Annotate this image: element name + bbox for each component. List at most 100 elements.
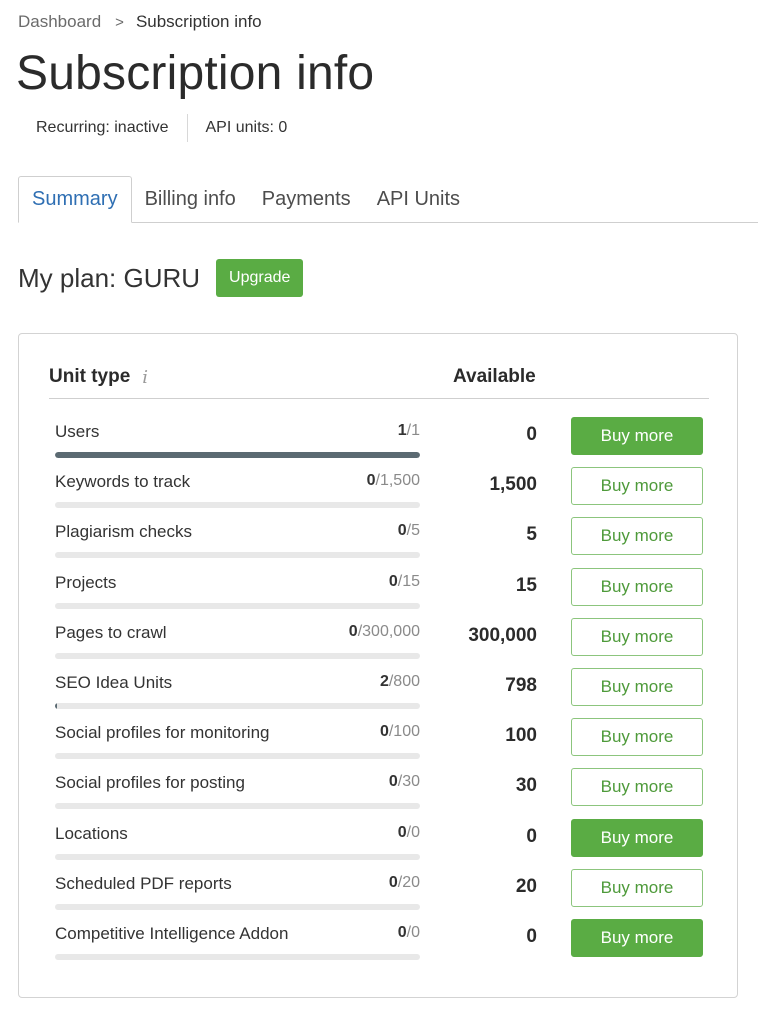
tab-billing-info[interactable]: Billing info — [132, 176, 249, 222]
unit-usage-ratio: 0/15 — [389, 573, 420, 591]
breadcrumb-dashboard-link[interactable]: Dashboard — [18, 12, 101, 32]
unit-available: 0 — [526, 925, 537, 947]
table-row: Keywords to track 0/1,500 1,500 Buy more — [55, 467, 705, 520]
unit-available: 5 — [526, 524, 537, 546]
unit-name: Social profiles for posting — [55, 773, 245, 793]
unit-limit: 1,500 — [379, 472, 420, 490]
buy-more-button[interactable]: Buy more — [571, 417, 703, 455]
breadcrumb: Dashboard > Subscription info — [18, 12, 262, 32]
unit-usage-ratio: 2/800 — [380, 673, 420, 691]
unit-used: 0 — [366, 472, 376, 490]
tab-bar: Summary Billing info Payments API Units — [18, 176, 758, 223]
unit-used: 0 — [388, 572, 398, 590]
unit-limit: 0 — [411, 923, 420, 941]
tab-api-units[interactable]: API Units — [364, 176, 473, 222]
tab-summary[interactable]: Summary — [18, 176, 132, 223]
plan-label: My plan: GURU — [18, 262, 201, 293]
unit-name: Plagiarism checks — [55, 522, 192, 542]
unit-usage-ratio: 0/30 — [389, 773, 420, 791]
unit-available: 30 — [515, 775, 537, 797]
unit-available: 300,000 — [468, 624, 537, 646]
upgrade-button[interactable]: Upgrade — [216, 259, 304, 297]
unit-name: Projects — [55, 572, 117, 592]
unit-used: 0 — [379, 723, 389, 741]
usage-progress-bar — [55, 652, 420, 659]
unit-available: 0 — [526, 825, 537, 847]
unit-used: 0 — [348, 622, 358, 640]
buy-more-button[interactable]: Buy more — [571, 918, 703, 957]
unit-name: Pages to crawl — [55, 622, 167, 642]
unit-available: 100 — [505, 725, 537, 747]
buy-more-button[interactable]: Buy more — [571, 667, 703, 706]
buy-more-button[interactable]: Buy more — [571, 617, 703, 656]
buy-more-button[interactable]: Buy more — [571, 718, 703, 757]
unit-used: 1 — [397, 422, 407, 439]
subscription-meta: Recurring: inactive API units: 0 — [36, 114, 287, 142]
buy-more-button[interactable]: Buy more — [571, 517, 703, 556]
unit-limit: 15 — [402, 572, 420, 590]
unit-limit: 1 — [411, 422, 420, 439]
unit-name: Competitive Intelligence Addon — [55, 923, 289, 943]
unit-usage-ratio: 0/300,000 — [349, 623, 420, 641]
usage-progress-fill — [55, 702, 57, 709]
info-icon[interactable]: i — [142, 367, 148, 388]
usage-progress-bar — [55, 602, 420, 609]
meta-divider — [186, 114, 188, 142]
buy-more-button[interactable]: Buy more — [571, 567, 703, 606]
api-units-status: API units: 0 — [205, 119, 288, 136]
usage-progress-bar — [55, 953, 420, 960]
buy-more-button[interactable]: Buy more — [571, 768, 703, 807]
unit-type-header: Unit type i — [49, 366, 148, 388]
page-title: Subscription info — [16, 47, 375, 100]
usage-progress-bar — [55, 803, 420, 810]
unit-name: Social profiles for monitoring — [55, 723, 270, 743]
recurring-status: Recurring: inactive — [36, 119, 169, 136]
usage-progress-bar — [55, 903, 420, 910]
unit-limit: 100 — [393, 723, 420, 741]
unit-name: Users — [55, 422, 100, 441]
unit-limit: 300,000 — [362, 622, 420, 640]
unit-usage-ratio: 0/5 — [398, 522, 420, 540]
plan-header: My plan: GURU Upgrade — [18, 259, 304, 297]
units-card: Unit type i Available Users 1/1 0 Buy more K… — [18, 333, 738, 998]
available-header: Available — [453, 366, 536, 387]
breadcrumb-current: Subscription info — [135, 12, 262, 31]
unit-usage-ratio: 0/0 — [398, 924, 420, 942]
unit-used: 2 — [379, 672, 389, 690]
unit-usage-ratio: 0/0 — [398, 824, 420, 842]
buy-more-button[interactable]: Buy more — [571, 868, 703, 907]
table-row: Social profiles for posting 0/30 30 Buy mor… — [55, 768, 705, 821]
unit-name: Scheduled PDF reports — [55, 873, 232, 893]
units-table-body: Users 1/1 0 Buy more Keywords to track 0/1,50… — [55, 417, 705, 972]
unit-name: Keywords to track — [55, 472, 191, 492]
table-row: Scheduled PDF reports 0/20 20 Buy more — [55, 868, 705, 922]
unit-name: Locations — [55, 823, 128, 843]
usage-progress-bar — [55, 502, 420, 509]
unit-used: 0 — [397, 923, 407, 941]
table-header: Unit type i Available — [49, 362, 709, 399]
usage-progress-bar — [55, 552, 420, 559]
unit-limit: 5 — [411, 522, 420, 540]
tab-payments[interactable]: Payments — [249, 176, 364, 222]
usage-progress-bar — [55, 753, 420, 760]
usage-progress-bar — [55, 702, 420, 709]
unit-available: 0 — [526, 424, 537, 445]
table-row: Social profiles for monitoring 0/100 100 Bu… — [55, 718, 705, 771]
buy-more-button[interactable]: Buy more — [571, 467, 703, 506]
usage-progress-fill — [55, 452, 420, 458]
unit-limit: 30 — [402, 773, 420, 791]
unit-usage-ratio: 0/1,500 — [367, 472, 420, 490]
table-row: Pages to crawl 0/300,000 300,000 Buy more — [55, 617, 705, 671]
table-row: Projects 0/15 15 Buy more — [55, 567, 705, 621]
unit-limit: 20 — [402, 873, 420, 891]
unit-name: SEO Idea Units — [55, 672, 173, 692]
unit-limit: 0 — [411, 823, 420, 841]
buy-more-button[interactable]: Buy more — [571, 818, 703, 857]
unit-usage-ratio: 0/20 — [389, 874, 420, 892]
table-row: SEO Idea Units 2/800 798 Buy more — [55, 667, 705, 721]
unit-usage-ratio: 1/1 — [398, 422, 420, 440]
table-row: Users 1/1 0 Buy more — [55, 417, 705, 470]
unit-type-header-label: Unit type — [49, 366, 131, 387]
unit-used: 0 — [388, 873, 398, 891]
unit-available: 15 — [515, 574, 537, 596]
